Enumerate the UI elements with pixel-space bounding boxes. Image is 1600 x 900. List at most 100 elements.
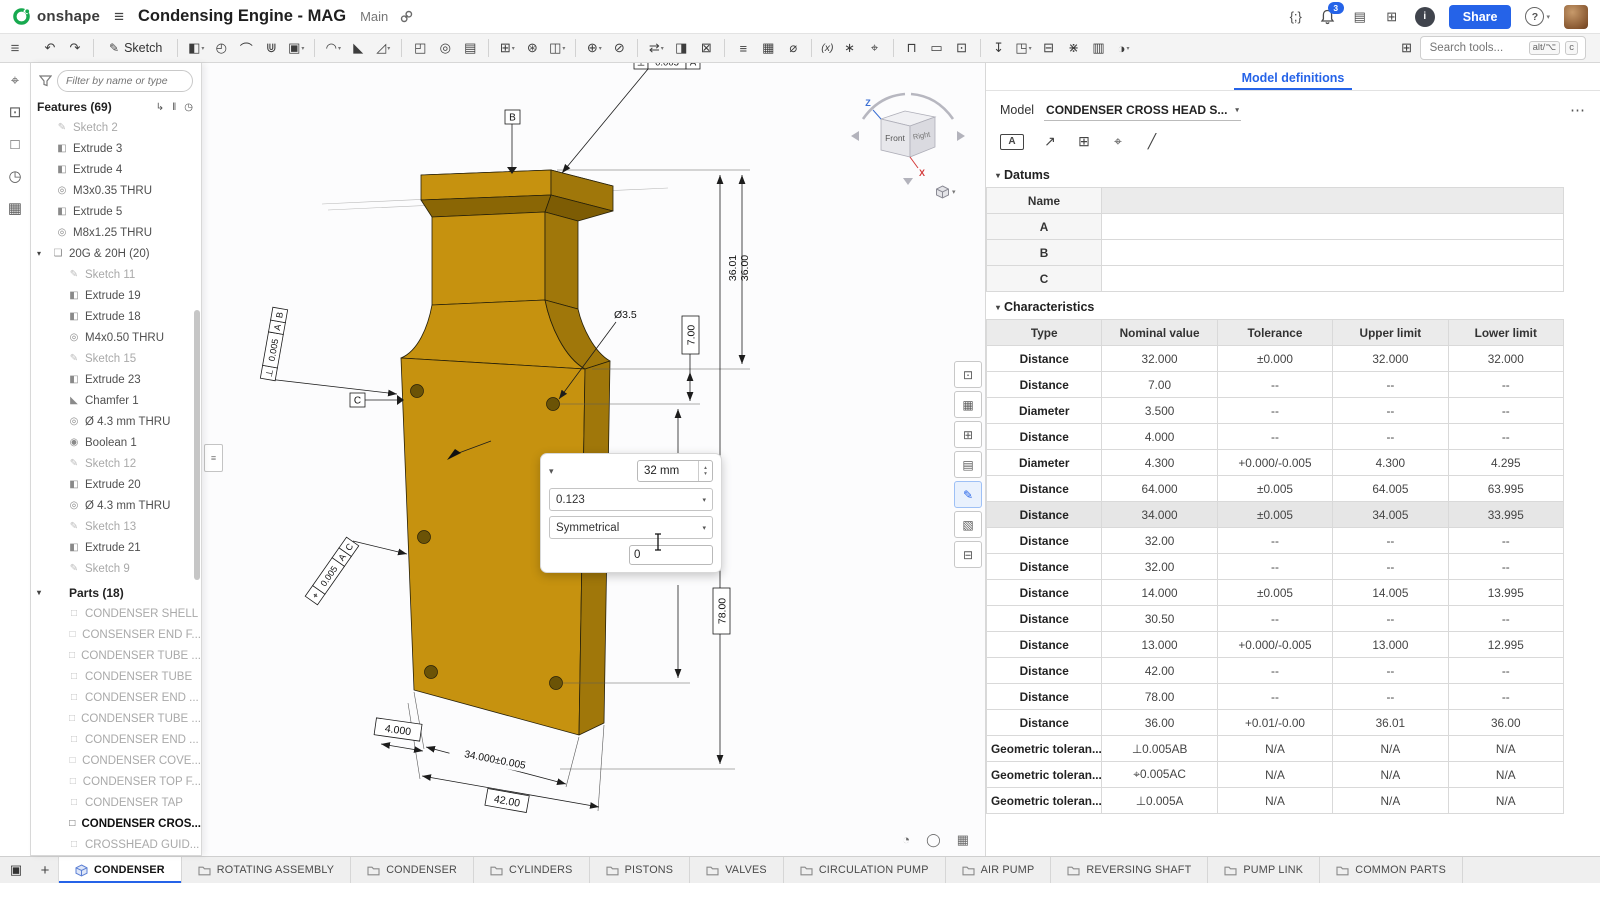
transform-icon[interactable]: ⇄ xyxy=(644,37,668,59)
linear-pattern-icon[interactable]: ⊞ xyxy=(495,37,519,59)
sketch-button[interactable]: ✎ Sketch xyxy=(100,36,171,60)
feature-item[interactable]: ◎ M4x0.50 THRU xyxy=(31,327,201,348)
bom-icon[interactable]: ▥ xyxy=(1087,37,1111,59)
rotate-right-arrow[interactable] xyxy=(957,131,965,141)
dimension-value-box[interactable]: 32 mm ▴▾ xyxy=(637,460,713,482)
feature-item[interactable]: ✎ Sketch 2 xyxy=(31,117,201,138)
characteristic-row[interactable]: Geometric toleran... ⌖0.005AC N/A N/A N/… xyxy=(987,762,1564,788)
datum-value-cell[interactable] xyxy=(1102,266,1564,292)
revolve-icon[interactable]: ◴ xyxy=(209,37,233,59)
dimension-edit-dialog[interactable]: ▾ 32 mm ▴▾ 0.123 ▾ Symmetrical ▾ xyxy=(540,453,722,573)
tag-icon[interactable]: ⌖ xyxy=(863,37,887,59)
characteristic-row[interactable]: Diameter 3.500 -- -- -- xyxy=(987,398,1564,424)
feature-item[interactable]: ✎ Sketch 11 xyxy=(31,264,201,285)
feature-item[interactable]: ◣ Chamfer 1 xyxy=(31,390,201,411)
feature-item[interactable]: ◧ Extrude 21 xyxy=(31,537,201,558)
custom-table-icon[interactable]: ⊟ xyxy=(954,541,982,568)
search-tools-input[interactable] xyxy=(1428,41,1524,55)
feature-item[interactable]: ▾ Parts (18) xyxy=(31,582,201,603)
feature-item[interactable]: ◧ Extrude 23 xyxy=(31,369,201,390)
document-tab[interactable]: VALVES xyxy=(690,857,784,883)
divider-4[interactable] xyxy=(575,39,576,57)
move-rotate-icon[interactable]: ⌖ xyxy=(11,71,19,89)
parts-list-icon[interactable]: □ xyxy=(10,135,19,153)
named-views-icon[interactable]: ◳ xyxy=(1012,37,1036,59)
undo-button[interactable]: ↶ xyxy=(38,37,62,59)
characteristic-row[interactable]: Distance 7.00 -- -- -- xyxy=(987,372,1564,398)
search-tools-box[interactable]: alt/⌥ c xyxy=(1420,36,1586,60)
divider-5[interactable] xyxy=(637,39,638,57)
sheet-metal-icon[interactable]: ⊓ xyxy=(900,37,924,59)
history-icon[interactable]: ◷ xyxy=(8,167,21,185)
divider-7[interactable] xyxy=(811,39,812,57)
document-tab[interactable]: REVERSING SHAFT xyxy=(1051,857,1208,883)
featurescript-icon[interactable]: ∗ xyxy=(838,37,862,59)
characteristic-row[interactable]: Distance 13.000 +0.000/-0.005 13.000 12.… xyxy=(987,632,1564,658)
suppress-icon[interactable]: ‖ xyxy=(172,102,176,113)
measure-icon[interactable]: ⌀ xyxy=(781,37,805,59)
document-tab[interactable]: AIR PUMP xyxy=(946,857,1052,883)
move-face-icon[interactable]: ◨ xyxy=(669,37,693,59)
shaded-mode-icon[interactable]: ◔ xyxy=(902,832,910,848)
characteristics-section-header[interactable]: ▾ Characteristics xyxy=(986,292,1600,319)
fcf-top[interactable]: ⊥ 0.005 A xyxy=(634,63,700,69)
delete-face-icon[interactable]: ⊠ xyxy=(694,37,718,59)
boolean-icon[interactable]: ⊕ xyxy=(582,37,606,59)
chamfer-icon[interactable]: ◣ xyxy=(346,37,370,59)
feature-item[interactable]: ◧ Extrude 20 xyxy=(31,474,201,495)
datum-b-label[interactable]: B xyxy=(505,110,520,124)
dim-7[interactable]: 7.00 xyxy=(682,316,699,354)
add-table-icon[interactable]: ⊞ xyxy=(1076,133,1092,150)
variable-icon[interactable]: (x) xyxy=(818,37,836,59)
help-menu[interactable]: ? ▾ xyxy=(1525,7,1550,26)
model-dropdown[interactable]: CONDENSER CROSS HEAD S... ▾ xyxy=(1044,100,1241,121)
callout-tool-icon[interactable]: ↗ xyxy=(1042,133,1058,150)
redo-button[interactable]: ↷ xyxy=(63,37,87,59)
characteristic-row[interactable]: Distance 32.00 -- -- -- xyxy=(987,554,1564,580)
characteristic-row[interactable]: Distance 32.00 -- -- -- xyxy=(987,528,1564,554)
workspace-name[interactable]: Main xyxy=(360,9,388,24)
document-tab[interactable]: CIRCULATION PUMP xyxy=(784,857,946,883)
feature-item[interactable]: □ CONSENSER END F... xyxy=(31,624,201,645)
split-icon[interactable]: ⊘ xyxy=(607,37,631,59)
hole-icon[interactable]: ◎ xyxy=(433,37,457,59)
dimensions-panel-icon[interactable]: ✎ xyxy=(954,481,982,508)
feature-item[interactable]: □ CONDENSER TOP F... xyxy=(31,771,201,792)
cut-list-icon[interactable]: ▤ xyxy=(954,451,982,478)
document-tab[interactable]: COMMON PARTS xyxy=(1320,857,1463,883)
orbit-mode-icon[interactable]: ◯ xyxy=(926,832,941,848)
featurescript-api-icon[interactable]: {;} xyxy=(1287,7,1305,27)
feature-item[interactable]: ✎ Sketch 13 xyxy=(31,516,201,537)
expand-caret-icon[interactable]: ▾ xyxy=(37,249,47,258)
divider-6[interactable] xyxy=(724,39,725,57)
fillet-icon[interactable]: ◠ xyxy=(321,37,345,59)
feature-item[interactable]: □ CONDENSER TAP xyxy=(31,792,201,813)
frame-icon[interactable]: ▭ xyxy=(925,37,949,59)
fill-surface-icon[interactable]: ▦ xyxy=(756,37,780,59)
feature-item[interactable]: □ CONDENSER TUBE xyxy=(31,666,201,687)
feature-item[interactable]: ◧ Extrude 18 xyxy=(31,306,201,327)
datum-value-cell[interactable] xyxy=(1102,240,1564,266)
notifications-bell-icon[interactable]: 3 xyxy=(1319,7,1337,27)
feature-item[interactable]: ▾ ❏ 20G & 20H (20) xyxy=(31,243,201,264)
rotate-down-arrow[interactable] xyxy=(903,178,913,185)
overflow-menu-icon[interactable]: ⋯ xyxy=(1570,101,1586,119)
divider-2[interactable] xyxy=(401,39,402,57)
comparison-panel-icon[interactable]: ⊡ xyxy=(954,361,982,388)
dim-dia-3-5[interactable]: Ø3.5 xyxy=(614,309,637,321)
datum-row[interactable]: B xyxy=(987,240,1564,266)
feature-filter-input[interactable] xyxy=(57,70,193,92)
document-tab[interactable]: ROTATING ASSEMBLY xyxy=(182,857,351,883)
precision-select[interactable]: 0.123 ▾ xyxy=(549,488,713,511)
collapse-chevron-icon[interactable]: ▾ xyxy=(549,466,554,477)
share-link-icon[interactable] xyxy=(400,10,413,23)
feature-item[interactable]: □ CONDENSER END ... xyxy=(31,729,201,750)
datum-value-cell[interactable] xyxy=(1102,214,1564,240)
dim-4[interactable]: 4.000 xyxy=(374,718,422,741)
extrude-icon[interactable]: ◧ xyxy=(184,37,208,59)
characteristic-row[interactable]: Distance 4.000 -- -- -- xyxy=(987,424,1564,450)
divider-1[interactable] xyxy=(314,39,315,57)
document-tab[interactable]: CONDENSER xyxy=(351,857,474,883)
feature-item[interactable]: ◎ Ø 4.3 mm THRU xyxy=(31,495,201,516)
tolerance-type-select[interactable]: Symmetrical ▾ xyxy=(549,516,713,539)
